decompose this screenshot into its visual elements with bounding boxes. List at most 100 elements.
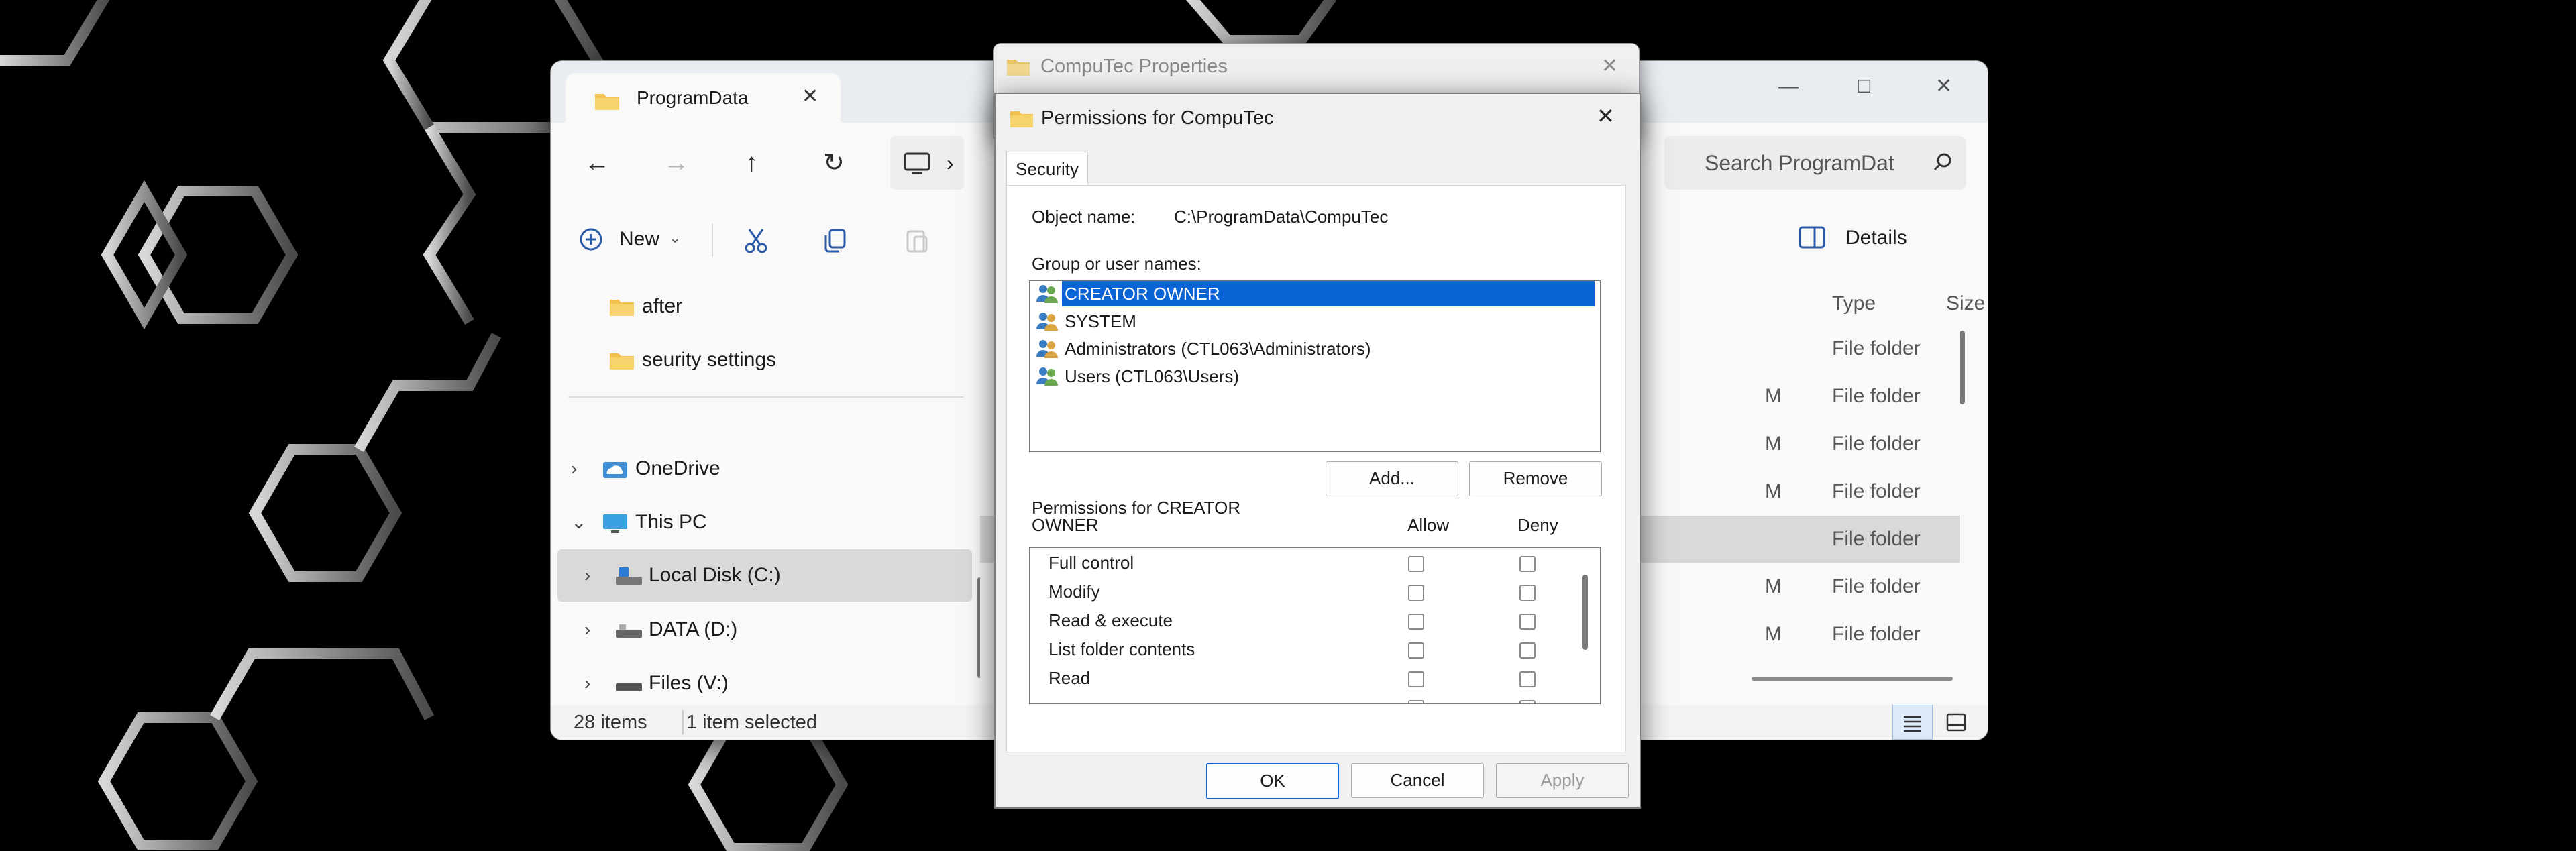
row-date: M (1765, 575, 1782, 598)
chevron-right-icon: › (584, 619, 591, 640)
deny-checkbox[interactable] (1519, 614, 1536, 630)
permissions-dialog: Permissions for CompuTec ✕ Security Obje… (994, 93, 1641, 809)
list-item-user[interactable]: CREATOR OWNER (1032, 281, 1595, 306)
folder-icon (610, 300, 634, 316)
apply-button[interactable]: Apply (1496, 763, 1629, 798)
ok-button[interactable]: OK (1206, 763, 1339, 799)
item-count: 28 items (574, 712, 647, 733)
forward-arrow-icon[interactable]: → (663, 148, 689, 178)
row-date: M (1765, 480, 1782, 502)
nav-label: Local Disk (C:) (649, 564, 781, 586)
tab-close-icon[interactable]: ✕ (802, 84, 818, 109)
back-arrow-icon[interactable]: ← (584, 148, 610, 178)
search-input[interactable]: Search ProgramDat (1664, 136, 1966, 190)
allow-checkbox[interactable] (1408, 614, 1424, 630)
close-window-icon[interactable]: ✕ (1935, 73, 1952, 100)
row-type: File folder (1832, 575, 1921, 598)
deny-checkbox[interactable] (1519, 700, 1536, 703)
vertical-scrollbar[interactable] (1960, 331, 1965, 404)
search-icon (1933, 153, 1951, 171)
users-icon (1036, 285, 1058, 303)
nav-item-local-disk-c-selected[interactable]: › Local Disk (C:) (557, 549, 972, 602)
tab-security[interactable]: Security (1006, 152, 1088, 187)
remove-button[interactable]: Remove (1469, 461, 1602, 496)
cancel-button[interactable]: Cancel (1351, 763, 1484, 798)
permission-row: Read (1030, 663, 1580, 693)
row-type: File folder (1832, 433, 1921, 455)
allow-checkbox[interactable] (1408, 671, 1424, 687)
deny-header: Deny (1517, 515, 1558, 535)
users-icon (1036, 340, 1058, 358)
row-date: M (1765, 385, 1782, 407)
deny-checkbox[interactable] (1519, 556, 1536, 572)
object-name-label: Object name: (1032, 207, 1136, 227)
add-button[interactable]: Add... (1326, 461, 1458, 496)
permission-name: List folder contents (1049, 639, 1195, 659)
deny-checkbox[interactable] (1519, 585, 1536, 601)
new-label: New (619, 228, 660, 250)
permission-row: Modify (1030, 577, 1580, 606)
nav-label: Files (V:) (649, 672, 729, 694)
row-type: File folder (1832, 337, 1921, 359)
dialog-close-icon[interactable]: ✕ (1597, 102, 1615, 130)
properties-close-icon[interactable]: ✕ (1601, 53, 1618, 80)
dialog-title: Permissions for CompuTec (1041, 107, 1274, 129)
users-icon (1036, 367, 1058, 386)
tab-programdata[interactable]: ProgramData ✕ (566, 73, 841, 123)
chevron-right-icon: › (584, 565, 591, 585)
paste-icon[interactable] (904, 227, 930, 254)
row-date: M (1765, 623, 1782, 645)
user-name: CREATOR OWNER (1062, 281, 1595, 306)
details-button[interactable]: Details (1799, 223, 1907, 253)
navigation-pane: after seurity settings › OneDrive ⌄ This… (551, 277, 981, 705)
row-type: File folder (1832, 385, 1921, 407)
nav-label: DATA (D:) (649, 618, 738, 640)
permission-name: Read & execute (1049, 610, 1173, 630)
permission-row: Read & execute (1030, 606, 1580, 635)
permission-scrollbar[interactable] (1582, 575, 1588, 650)
horizontal-scrollbar[interactable] (1752, 677, 1953, 681)
tiles-view-button[interactable] (1937, 705, 1977, 740)
column-header-type[interactable]: Type (1832, 290, 1876, 317)
chevron-down-icon: ⌄ (571, 512, 587, 532)
folder-icon (610, 353, 634, 370)
cut-icon[interactable] (743, 227, 769, 254)
row-type: File folder (1832, 480, 1921, 502)
permission-row: Full control (1030, 548, 1580, 577)
chevron-down-icon: ⌄ (669, 229, 682, 246)
allow-checkbox[interactable] (1408, 700, 1424, 703)
allow-checkbox[interactable] (1408, 556, 1424, 572)
chevron-right-icon: › (584, 673, 591, 693)
drive-c-icon (616, 567, 642, 585)
deny-checkbox[interactable] (1519, 671, 1536, 687)
list-item-user[interactable]: Users (CTL063\Users) (1032, 363, 1595, 389)
list-item-user[interactable]: Administrators (CTL063\Administrators) (1032, 336, 1595, 361)
drive-icon (616, 624, 642, 638)
details-pane-icon (1799, 226, 1825, 249)
breadcrumb-root[interactable]: › (890, 136, 964, 190)
users-icon (1036, 313, 1058, 331)
tab-title: ProgramData (637, 87, 749, 108)
onedrive-icon (603, 462, 627, 478)
chevron-right-icon: › (571, 458, 578, 479)
chevron-right-icon: › (947, 151, 954, 175)
permission-list: Full control Modify Read & execute List … (1029, 547, 1601, 704)
allow-checkbox[interactable] (1408, 642, 1424, 659)
details-view-button[interactable] (1892, 705, 1933, 740)
group-names-label: Group or user names: (1032, 253, 1201, 274)
user-name: Users (CTL063\Users) (1065, 366, 1240, 386)
refresh-icon[interactable]: ↻ (823, 148, 845, 178)
list-item-user[interactable]: SYSTEM (1032, 308, 1595, 334)
maximize-icon[interactable]: ☐ (1856, 73, 1872, 100)
selection-count: 1 item selected (686, 712, 818, 733)
copy-icon[interactable] (822, 227, 849, 254)
folder-icon (1010, 111, 1033, 127)
folder-icon (595, 94, 619, 110)
column-header-size[interactable]: Size (1946, 290, 1985, 317)
minimize-icon[interactable]: — (1778, 73, 1799, 100)
up-arrow-icon[interactable]: ↑ (745, 148, 758, 178)
monitor-icon (904, 152, 930, 174)
nav-label: This PC (635, 511, 707, 533)
deny-checkbox[interactable] (1519, 642, 1536, 659)
allow-checkbox[interactable] (1408, 585, 1424, 601)
